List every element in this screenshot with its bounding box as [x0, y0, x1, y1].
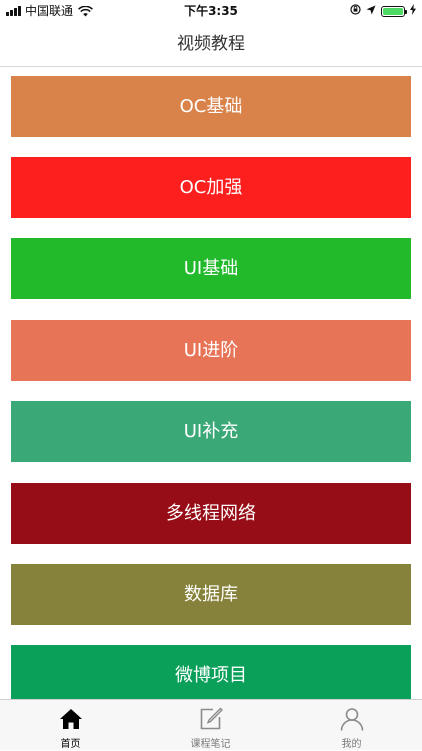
charging-bolt-icon [410, 0, 416, 22]
tab-home[interactable]: 首页 [0, 700, 141, 751]
course-ui-advanced-button[interactable]: UI进阶 [11, 320, 411, 381]
tab-course-notes[interactable]: 课程笔记 [140, 700, 281, 751]
course-multithreading-button[interactable]: 多线程网络 [11, 483, 411, 544]
course-ui-supplement-button[interactable]: UI补充 [11, 401, 411, 462]
course-oc-advanced-button[interactable]: OC加强 [11, 157, 411, 218]
rotation-lock-icon [350, 0, 361, 22]
tab-home-label: 首页 [60, 739, 81, 750]
navigation-bar: 视频教程 [0, 22, 422, 67]
battery-level [383, 7, 403, 15]
tab-bar: 首页 课程笔记 我的 [0, 699, 422, 750]
course-list[interactable]: OC基础 OC加强 UI基础 UI进阶 UI补充 多线程网络 数据库 微博项目 [0, 67, 422, 699]
edit-icon [198, 706, 224, 732]
course-oc-basics-button[interactable]: OC基础 [11, 76, 411, 137]
tab-mine-label: 我的 [341, 739, 362, 750]
home-icon [58, 706, 84, 732]
course-ui-basics-button[interactable]: UI基础 [11, 238, 411, 299]
tab-course-notes-label: 课程笔记 [190, 739, 231, 750]
status-right [350, 0, 416, 22]
course-database-button[interactable]: 数据库 [11, 564, 411, 625]
course-weibo-project-button[interactable]: 微博项目 [11, 645, 411, 699]
tab-mine[interactable]: 我的 [281, 700, 422, 751]
person-icon [339, 706, 365, 732]
location-arrow-icon [366, 0, 376, 22]
status-bar: 中国联通 下午3:35 [0, 0, 422, 22]
page-title: 视频教程 [177, 34, 245, 54]
battery-icon [381, 5, 407, 17]
